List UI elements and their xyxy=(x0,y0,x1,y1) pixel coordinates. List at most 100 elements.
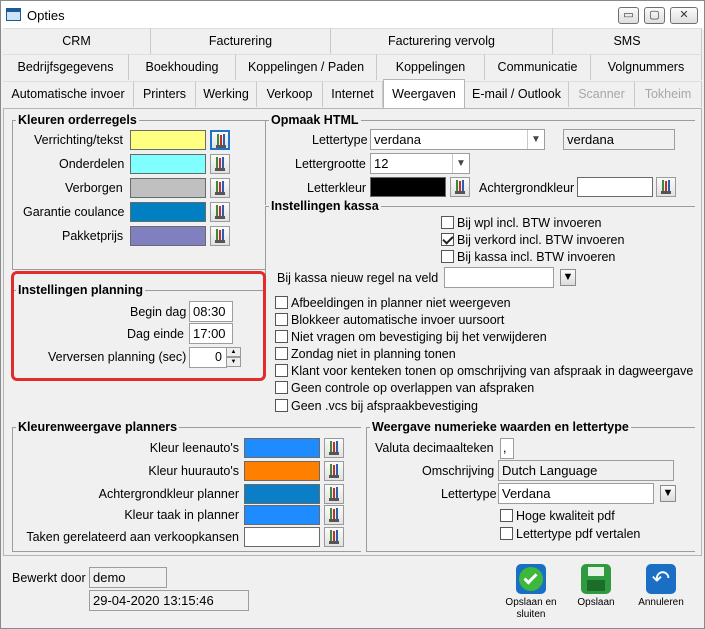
kleurenweergave-title: Kleurenweergave planners xyxy=(16,420,180,434)
checkbox-label: Lettertype pdf vertalen xyxy=(516,527,641,541)
planner-check[interactable]: Niet vragen om bevestiging bij het verwi… xyxy=(275,330,547,346)
checkbox[interactable] xyxy=(275,313,288,326)
html-lettertype-value: verdana xyxy=(374,132,421,147)
pdf-check-kwaliteit[interactable]: Hoge kwaliteit pdf xyxy=(500,509,615,525)
chevron-down-icon: ▼ xyxy=(527,130,544,149)
color-picker-icon[interactable] xyxy=(324,505,344,525)
checkbox[interactable] xyxy=(441,250,454,263)
planner-kleur-swatch[interactable] xyxy=(244,484,320,504)
planner-kleur-swatch[interactable] xyxy=(244,527,320,547)
checkbox[interactable] xyxy=(441,216,454,229)
tab-sms[interactable]: SMS xyxy=(553,28,702,54)
planner-check[interactable]: Afbeeldingen in planner niet weergeven xyxy=(275,296,511,312)
color-picker-icon[interactable] xyxy=(324,527,344,547)
pdf-check-vertalen[interactable]: Lettertype pdf vertalen xyxy=(500,527,640,543)
kassa-check-verkord[interactable]: Bij verkord incl. BTW invoeren xyxy=(441,233,624,249)
planner-kleur-swatch[interactable] xyxy=(244,438,320,458)
checkbox[interactable] xyxy=(441,233,454,246)
chevron-down-icon: ▼ xyxy=(452,154,469,173)
color-picker-icon[interactable] xyxy=(450,177,470,197)
tab-volgnummers[interactable]: Volgnummers xyxy=(591,54,702,80)
kleuren-orderregels-title: Kleuren orderregels xyxy=(16,113,139,127)
checkbox[interactable] xyxy=(500,509,513,522)
numeriek-lettertype-input[interactable]: Verdana xyxy=(498,483,654,504)
html-lettertype-select[interactable]: verdana ▼ xyxy=(370,129,545,150)
html-lettergrootte-select[interactable]: 12 ▼ xyxy=(370,153,470,174)
maximize-button[interactable]: ▢ xyxy=(644,7,665,24)
color-picker-icon[interactable] xyxy=(210,178,230,198)
valuta-input[interactable]: , xyxy=(500,438,514,459)
checkbox[interactable] xyxy=(275,399,288,412)
planner-check[interactable]: Geen controle op overlappen van afsprake… xyxy=(275,381,534,397)
checkbox[interactable] xyxy=(275,330,288,343)
check-icon xyxy=(516,564,546,594)
tab-werking[interactable]: Werking xyxy=(196,81,257,107)
minimize-button[interactable]: ▭ xyxy=(618,7,639,24)
kleur-label-pakketprijs: Pakketprijs xyxy=(62,229,124,243)
kassa-check-kassa[interactable]: Bij kassa incl. BTW invoeren xyxy=(441,250,615,266)
planner-kleur-label: Taken gerelateerd aan verkoopkansen xyxy=(26,530,239,544)
tab-automatische-invoer[interactable]: Automatische invoer xyxy=(3,81,134,107)
tab-crm[interactable]: CRM xyxy=(3,28,151,54)
annuleren-button[interactable]: ↶ Annuleren xyxy=(631,564,691,609)
dropdown-arrow-icon[interactable]: ▼ xyxy=(660,485,676,502)
kleur-swatch-verrichting[interactable] xyxy=(130,130,206,150)
tab-facturering-vervolg[interactable]: Facturering vervolg xyxy=(331,28,553,54)
planner-kleur-swatch[interactable] xyxy=(244,461,320,481)
tab-bedrijfsgegevens[interactable]: Bedrijfsgegevens xyxy=(3,54,129,80)
color-picker-icon[interactable] xyxy=(656,177,676,197)
opslaan-en-sluiten-label: Opslaan en sluiten xyxy=(505,597,557,620)
tab-row-3: Automatische invoer Printers Werking Ver… xyxy=(3,79,702,108)
color-picker-icon[interactable] xyxy=(324,461,344,481)
tab-koppelingen[interactable]: Koppelingen xyxy=(377,54,485,80)
html-achtergrondkleur-label: Achtergrondkleur xyxy=(479,181,575,195)
opslaan-button[interactable]: Opslaan xyxy=(567,564,625,609)
kassa-check-wpl[interactable]: Bij wpl incl. BTW invoeren xyxy=(441,216,602,232)
planner-kleur-swatch[interactable] xyxy=(244,505,320,525)
dropdown-arrow-icon[interactable]: ▼ xyxy=(560,269,576,286)
kleur-swatch-onderdelen[interactable] xyxy=(130,154,206,174)
annuleren-label: Annuleren xyxy=(638,597,684,608)
checkbox[interactable] xyxy=(275,381,288,394)
instellingen-kassa-title: Instellingen kassa xyxy=(269,199,381,213)
kleur-swatch-garantie[interactable] xyxy=(130,202,206,222)
checkbox-label: Blokkeer automatische invoer uursoort xyxy=(291,313,505,327)
color-picker-icon[interactable] xyxy=(210,154,230,174)
close-button[interactable]: ✕ xyxy=(670,7,698,24)
tab-facturering[interactable]: Facturering xyxy=(151,28,331,54)
tab-weergaven[interactable]: Weergaven xyxy=(383,79,465,108)
tab-verkoop[interactable]: Verkoop xyxy=(257,81,323,107)
tab-koppelingen-paden[interactable]: Koppelingen / Paden xyxy=(236,54,377,80)
checkbox-label: Geen .vcs bij afspraakbevestiging xyxy=(291,399,478,413)
kassa-nieuw-regel-input[interactable] xyxy=(444,267,554,288)
html-achtergrondkleur-swatch[interactable] xyxy=(577,177,653,197)
tab-communicatie[interactable]: Communicatie xyxy=(485,54,591,80)
checkbox[interactable] xyxy=(500,527,513,540)
planner-kleur-label: Kleur leenauto's xyxy=(149,441,239,455)
tab-internet[interactable]: Internet xyxy=(323,81,383,107)
html-letterkleur-swatch[interactable] xyxy=(370,177,446,197)
kleur-swatch-pakketprijs[interactable] xyxy=(130,226,206,246)
planner-check[interactable]: Blokkeer automatische invoer uursoort xyxy=(275,313,504,329)
options-window: Opties ▭ ▢ ✕ CRM Facturering Facturering… xyxy=(0,0,705,629)
color-picker-icon[interactable] xyxy=(324,484,344,504)
tab-boekhouding[interactable]: Boekhouding xyxy=(129,54,236,80)
tab-printers[interactable]: Printers xyxy=(134,81,196,107)
color-picker-icon[interactable] xyxy=(324,438,344,458)
tab-email-outlook[interactable]: E-mail / Outlook xyxy=(465,81,569,107)
checkbox-label: Afbeeldingen in planner niet weergeven xyxy=(291,296,511,310)
checkbox[interactable] xyxy=(275,364,288,377)
html-letterkleur-label: Letterkleur xyxy=(307,181,367,195)
planner-kleur-label: Kleur taak in planner xyxy=(124,508,239,522)
color-picker-icon[interactable] xyxy=(210,130,230,150)
kleur-swatch-verborgen[interactable] xyxy=(130,178,206,198)
checkbox-label: Geen controle op overlappen van afsprake… xyxy=(291,381,535,395)
color-picker-icon[interactable] xyxy=(210,202,230,222)
checkbox[interactable] xyxy=(275,347,288,360)
opslaan-en-sluiten-button[interactable]: Opslaan en sluiten xyxy=(501,564,561,621)
checkbox[interactable] xyxy=(275,296,288,309)
planner-check[interactable]: Zondag niet in planning tonen xyxy=(275,347,456,363)
color-picker-icon[interactable] xyxy=(210,226,230,246)
planner-check[interactable]: Klant voor kenteken tonen op omschrijvin… xyxy=(275,364,693,380)
planner-check[interactable]: Geen .vcs bij afspraakbevestiging xyxy=(275,399,478,415)
